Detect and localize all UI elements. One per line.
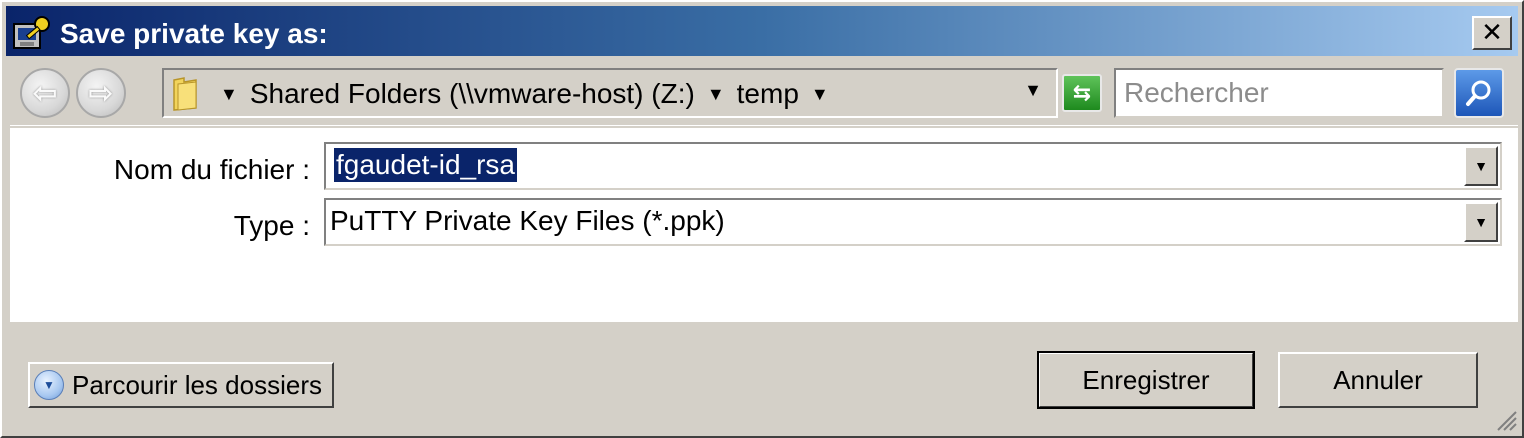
form-area: Nom du fichier : fgaudet-id_rsa ▼ Type :… [10,128,1518,322]
breadcrumb: ▼ Shared Folders (\\vmware-host) (Z:) ▼ … [220,76,829,112]
forward-button[interactable]: ⇨ [76,68,126,118]
putty-key-icon [13,16,50,49]
file-type-select[interactable]: PuTTY Private Key Files (*.ppk) ▼ [324,198,1502,246]
breadcrumb-chevron-icon[interactable]: ▼ [811,84,829,105]
chevron-down-icon: ▼ [1474,158,1488,174]
filename-label: Nom du fichier : [113,154,310,185]
browse-folders-button[interactable]: ▼ Parcourir les dossiers [28,362,334,408]
expand-down-icon: ▼ [34,370,64,400]
refresh-icon: ⇆ [1072,80,1092,106]
search-input[interactable] [1114,68,1444,118]
back-arrow-icon: ⇦ [32,75,58,111]
breadcrumb-root-chevron-icon[interactable]: ▼ [220,84,238,105]
back-button[interactable]: ⇦ [20,68,70,118]
address-bar[interactable]: ▼ Shared Folders (\\vmware-host) (Z:) ▼ … [162,68,1058,118]
browse-folders-label: Parcourir les dossiers [72,369,322,400]
close-button[interactable]: ✕ [1472,16,1512,50]
title-bar[interactable]: Save private key as: ✕ [6,6,1518,56]
folder-icon [173,77,197,111]
type-dropdown-button[interactable]: ▼ [1464,202,1498,242]
history-buttons: ⇦ ⇨ [20,68,136,118]
search-icon [1466,80,1491,106]
refresh-button[interactable]: ⇆ [1062,74,1102,112]
breadcrumb-item-shared-folders[interactable]: Shared Folders (\\vmware-host) (Z:) [250,78,695,110]
save-dialog: Save private key as: ✕ ⇦ ⇨ ▼ Shared Fold… [0,0,1524,438]
close-icon: ✕ [1481,18,1503,48]
window-title: Save private key as: [60,18,328,49]
chevron-down-icon: ▼ [1474,214,1488,230]
file-type-value: PuTTY Private Key Files (*.ppk) [330,205,725,236]
filename-combobox[interactable]: fgaudet-id_rsa ▼ [324,142,1502,190]
cancel-button[interactable]: Annuler [1278,352,1478,408]
filename-field[interactable]: fgaudet-id_rsa [334,148,518,182]
forward-arrow-icon: ⇨ [88,75,114,111]
filename-dropdown-button[interactable]: ▼ [1464,146,1498,186]
search-button[interactable] [1454,68,1504,118]
navigation-bar: ⇦ ⇨ ▼ Shared Folders (\\vmware-host) (Z:… [10,60,1518,126]
type-label: Type : [233,210,310,241]
breadcrumb-chevron-icon[interactable]: ▼ [707,84,725,105]
save-button[interactable]: Enregistrer [1037,351,1255,409]
address-dropdown-icon[interactable]: ▼ [1024,80,1042,101]
resize-grip-icon[interactable] [1492,406,1518,432]
breadcrumb-item-temp[interactable]: temp [737,78,799,110]
